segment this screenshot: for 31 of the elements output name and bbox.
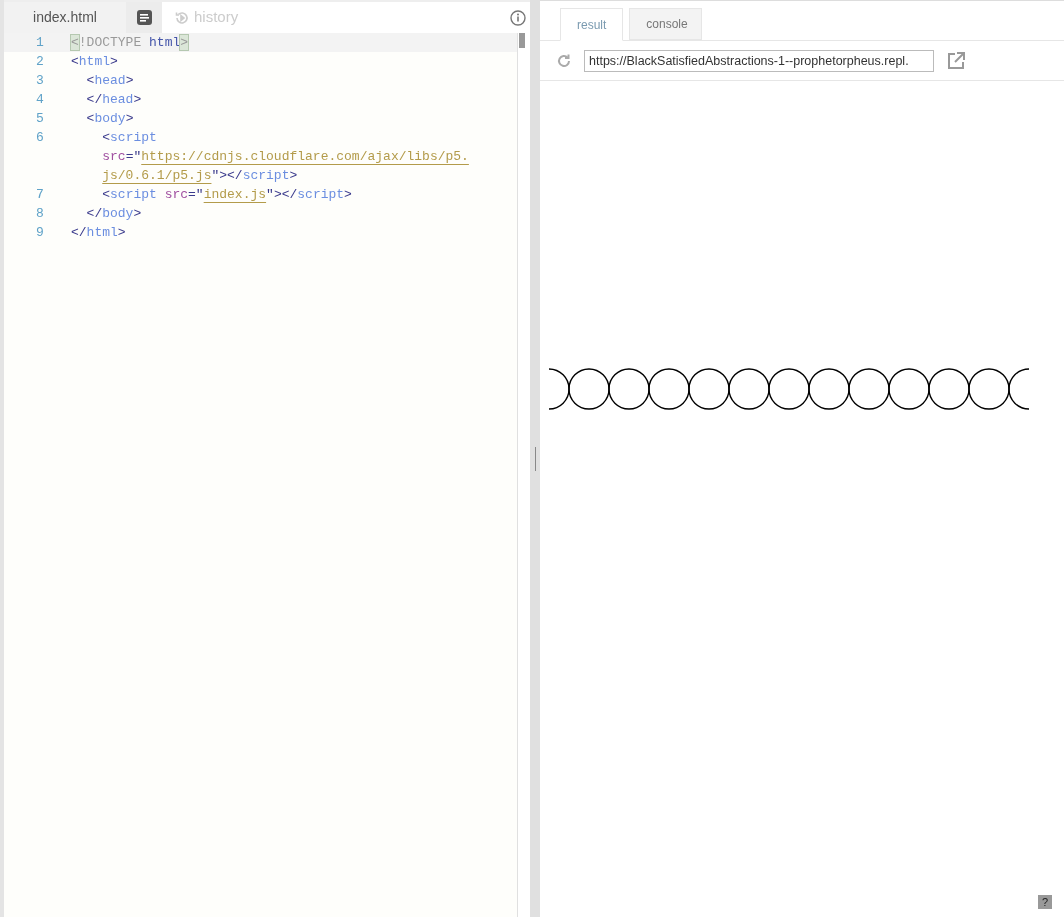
code-line: </head> (85, 91, 142, 109)
code-line: <script src="index.js"></script> (101, 186, 352, 204)
file-menu-button[interactable] (126, 2, 162, 33)
code-line: </html> (71, 224, 126, 242)
line-number: 7 (36, 187, 44, 202)
code-line: src="https://cdnjs.cloudflare.com/ajax/libs/p5. (101, 148, 469, 166)
line-number: 1 (36, 35, 44, 50)
help-button[interactable]: ? (1038, 895, 1052, 909)
document-icon (136, 10, 152, 25)
line-number: 3 (36, 73, 44, 88)
code-line: <body> (85, 110, 134, 128)
line-number: 8 (36, 206, 44, 221)
code-line: js/0.6.1/p5.js"></script> (101, 167, 298, 185)
line-number: 9 (36, 225, 44, 240)
history-icon (174, 9, 190, 26)
scrollbar[interactable] (517, 33, 530, 917)
file-tab[interactable]: index.html (4, 2, 126, 33)
code-line: <html> (71, 53, 118, 71)
line-number: 4 (36, 92, 44, 107)
preview-tab[interactable]: console (629, 8, 703, 40)
code-line: <script (101, 129, 157, 147)
line-number: 6 (36, 130, 44, 145)
info-icon[interactable] (510, 9, 526, 26)
line-number: 5 (36, 111, 44, 126)
external-link-icon[interactable] (946, 50, 966, 71)
code-line: <head> (85, 72, 134, 90)
line-number: 2 (36, 54, 44, 69)
url-field[interactable]: https://BlackSatisfiedAbstractions-1--prophetorpheus.repl. (584, 49, 934, 72)
code-line: </body> (85, 205, 142, 223)
reload-icon[interactable] (556, 52, 572, 69)
preview-tab[interactable]: result (560, 8, 624, 41)
